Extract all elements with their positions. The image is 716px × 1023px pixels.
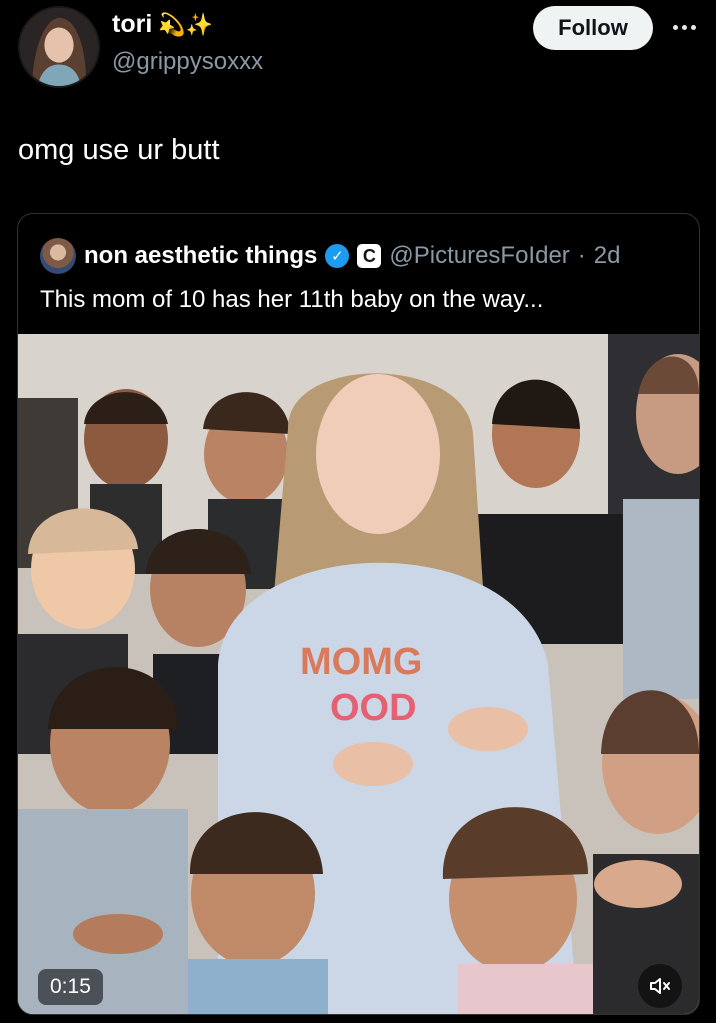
quoted-author-handle[interactable]: @PicturesFoIder (389, 242, 569, 270)
post-text: omg use ur butt (18, 134, 220, 166)
author-handle[interactable]: @grippysoxxx (112, 48, 263, 76)
speaker-muted-icon[interactable] (638, 964, 682, 1008)
svg-text:OOD: OOD (330, 687, 417, 729)
svg-text:MOMG: MOMG (300, 641, 422, 683)
video-duration: 0:15 (38, 969, 103, 1005)
author-name[interactable]: tori (112, 10, 152, 39)
video-player[interactable]: MOMG OOD 0:15 (18, 334, 699, 1014)
video-frame: MOMG OOD (18, 334, 699, 1014)
affiliate-badge: C (357, 244, 382, 268)
author-emoji: 💫✨ (158, 11, 214, 37)
quoted-author-name[interactable]: non aesthetic things (84, 242, 317, 270)
tweet-header: tori 💫✨ @grippysoxxx Follow (0, 0, 716, 100)
quoted-tweet-header: non aesthetic things ✓ C @PicturesFoIder… (40, 238, 620, 274)
author-avatar[interactable] (18, 6, 100, 88)
quoted-tweet[interactable]: non aesthetic things ✓ C @PicturesFoIder… (17, 213, 700, 1015)
more-icon[interactable] (666, 12, 702, 42)
verified-badge-icon: ✓ (325, 244, 350, 268)
quoted-author-avatar[interactable] (40, 238, 76, 274)
quoted-tweet-text: This mom of 10 has her 11th baby on the … (40, 286, 544, 313)
separator: · (577, 242, 586, 269)
quoted-tweet-time[interactable]: 2d (594, 242, 621, 270)
follow-button[interactable]: Follow (533, 6, 653, 50)
author-name-row: tori 💫✨ (112, 10, 213, 39)
